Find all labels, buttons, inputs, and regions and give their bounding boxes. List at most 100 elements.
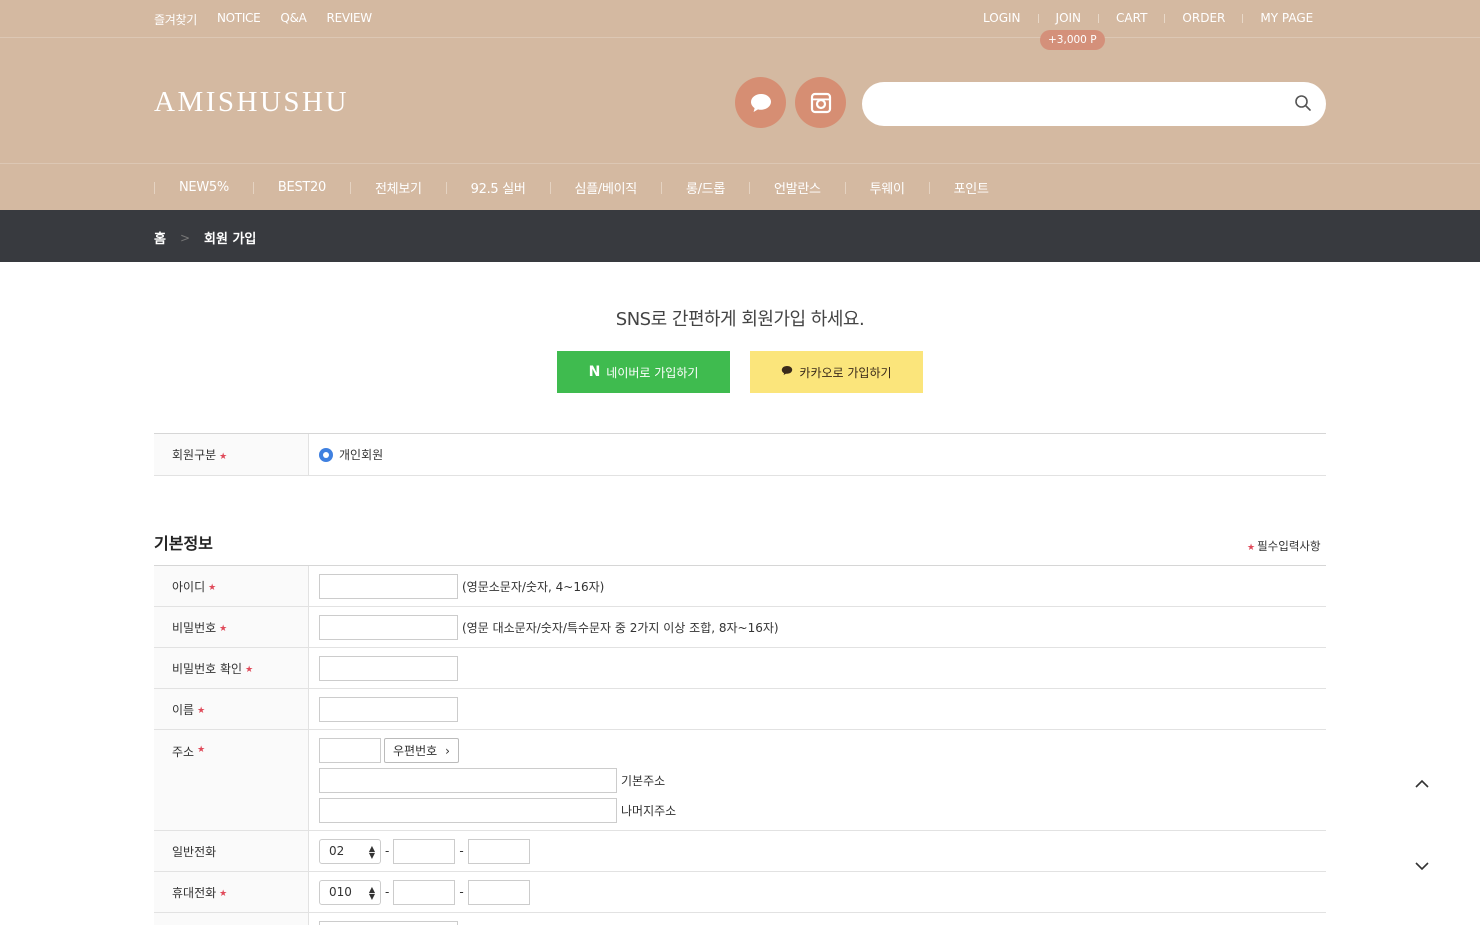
nav-twoway[interactable]: 투웨이 (846, 178, 929, 197)
required-star: ★ (219, 624, 228, 634)
required-star: ★ (197, 706, 206, 716)
top-links-right: LOGIN JOIN CART ORDER MY PAGE (983, 11, 1313, 25)
divider (1242, 13, 1244, 23)
required-star: ★ (197, 745, 206, 755)
address-label: 주소 (172, 745, 195, 759)
id-label: 아이디 (172, 579, 206, 594)
kakao-join-button[interactable]: 카카오로 가입하기 (750, 351, 923, 393)
site-logo[interactable]: AMISHUSHU (154, 86, 349, 119)
mobile-prefix-select[interactable]: 010 ▲ ▼ (319, 879, 381, 905)
review-link[interactable]: REVIEW (327, 11, 373, 28)
required-star: ★ (219, 451, 228, 462)
nav-simple-basic[interactable]: 심플/베이직 (551, 178, 661, 197)
required-star: ★ (1247, 543, 1256, 553)
nav-new5[interactable]: NEW5% (155, 180, 253, 195)
naver-join-button[interactable]: N 네이버로 가입하기 (557, 351, 730, 393)
mypage-link[interactable]: MY PAGE (1260, 11, 1313, 25)
address-row: 주소 ★ 우편번호 › 기본주소 나머지주소 (154, 730, 1326, 831)
password-label: 비밀번호 (172, 620, 217, 635)
individual-member-label: 개인회원 (339, 448, 384, 462)
phone-label: 일반전화 (172, 844, 217, 859)
divider (1098, 13, 1100, 23)
chevron-right-icon: > (179, 230, 191, 245)
basic-info-table: 아이디 ★ (영문소문자/숫자, 4~16자) 비밀번호 ★ (영문 대소문자/숫자… (154, 565, 1326, 925)
scroll-bottom-icon[interactable] (1412, 856, 1432, 876)
top-links-left: 즐겨찾기 NOTICE Q&A REVIEW (154, 11, 372, 28)
select-arrows-icon: ▲ ▼ (368, 884, 375, 901)
required-star: ★ (208, 583, 217, 593)
breadcrumb: 홈 > 회원 가입 (154, 228, 257, 248)
chevron-right-icon: › (445, 743, 450, 758)
nav-point[interactable]: 포인트 (930, 178, 1013, 197)
cart-link[interactable]: CART (1116, 11, 1147, 25)
divider (1164, 13, 1166, 23)
member-type-row: 회원구분 ★ 개인회원 (154, 434, 1326, 476)
notice-link[interactable]: NOTICE (217, 11, 261, 28)
sns-join-title: SNS로 간편하게 회원가입 하세요. (615, 309, 865, 330)
id-row: 아이디 ★ (영문소문자/숫자, 4~16자) (154, 566, 1326, 607)
email-id-input[interactable] (319, 921, 458, 925)
phone-dash: - (385, 844, 390, 858)
password-row: 비밀번호 ★ (영문 대소문자/숫자/특수문자 중 2가지 이상 조합, 8자~1… (154, 607, 1326, 648)
basic-info-title: 기본정보 (154, 534, 213, 553)
chat-bubble-icon[interactable] (735, 77, 786, 128)
instagram-icon[interactable] (795, 77, 846, 128)
basic-address-label: 기본주소 (621, 774, 666, 788)
naver-join-label: 네이버로 가입하기 (606, 365, 699, 380)
name-row: 이름 ★ (154, 689, 1326, 730)
mobile-last-input[interactable] (467, 879, 530, 905)
mobile-label: 휴대전화 (172, 885, 217, 900)
name-label: 이름 (172, 702, 195, 717)
search-input[interactable] (862, 82, 1326, 126)
required-note: ★ 필수입력사항 (1247, 539, 1321, 553)
nav-long-drop[interactable]: 롱/드롭 (662, 178, 749, 197)
mobile-dash: - (385, 885, 390, 899)
password-input[interactable] (319, 614, 458, 640)
member-type-label: 회원구분 ★ (154, 434, 309, 475)
detail-address-input[interactable] (319, 798, 617, 823)
phone-dash: - (459, 844, 464, 858)
basic-address-input[interactable] (319, 768, 617, 793)
breadcrumb-current: 회원 가입 (204, 232, 257, 247)
required-star: ★ (219, 889, 228, 899)
password-confirm-label: 비밀번호 확인 (172, 661, 243, 676)
site-header: 즐겨찾기 NOTICE Q&A REVIEW LOGIN JOIN CART O… (0, 0, 1480, 210)
top-bar: 즐겨찾기 NOTICE Q&A REVIEW LOGIN JOIN CART O… (0, 0, 1480, 38)
order-link[interactable]: ORDER (1182, 11, 1225, 25)
select-arrows-icon: ▲ ▼ (368, 843, 375, 860)
divider (1037, 13, 1039, 23)
password-confirm-row: 비밀번호 확인 ★ (154, 648, 1326, 689)
breadcrumb-home[interactable]: 홈 (154, 228, 166, 247)
bookmark-link[interactable]: 즐겨찾기 (154, 11, 197, 28)
join-link[interactable]: JOIN (1056, 11, 1082, 25)
breadcrumb-bar: 홈 > 회원 가입 (0, 210, 1480, 262)
kakao-talk-icon (781, 365, 793, 379)
phone-row: 일반전화 02 ▲ ▼ - - (154, 831, 1326, 872)
nav-unbalance[interactable]: 언발란스 (750, 178, 845, 197)
phone-middle-input[interactable] (393, 838, 456, 864)
mobile-dash: - (459, 885, 464, 899)
phone-area-select[interactable]: 02 ▲ ▼ (319, 838, 381, 864)
kakao-join-label: 카카오로 가입하기 (799, 365, 892, 380)
nav-all[interactable]: 전체보기 (351, 178, 446, 197)
login-link[interactable]: LOGIN (983, 11, 1021, 25)
qna-link[interactable]: Q&A (280, 11, 306, 28)
nav-best20[interactable]: BEST20 (254, 180, 350, 195)
email-row (154, 913, 1326, 925)
password-confirm-input[interactable] (319, 655, 458, 681)
required-star: ★ (245, 665, 254, 675)
zipcode-input[interactable] (319, 738, 381, 763)
individual-member-radio[interactable] (319, 447, 333, 462)
zipcode-search-button[interactable]: 우편번호 › (384, 738, 459, 763)
id-input[interactable] (319, 573, 458, 599)
naver-icon: N (588, 364, 601, 380)
mobile-middle-input[interactable] (393, 879, 456, 905)
nav-silver[interactable]: 92.5 실버 (447, 178, 550, 197)
password-hint: (영문 대소문자/숫자/특수문자 중 2가지 이상 조합, 8자~16자) (462, 620, 779, 635)
main-navigation: NEW5% BEST20 전체보기 92.5 실버 심플/베이직 롱/드롭 언발… (154, 165, 1013, 210)
name-input[interactable] (319, 696, 458, 722)
phone-last-input[interactable] (467, 838, 530, 864)
brand-row: AMISHUSHU (0, 38, 1480, 164)
scroll-top-icon[interactable] (1412, 774, 1432, 794)
search-icon[interactable] (1294, 94, 1312, 116)
